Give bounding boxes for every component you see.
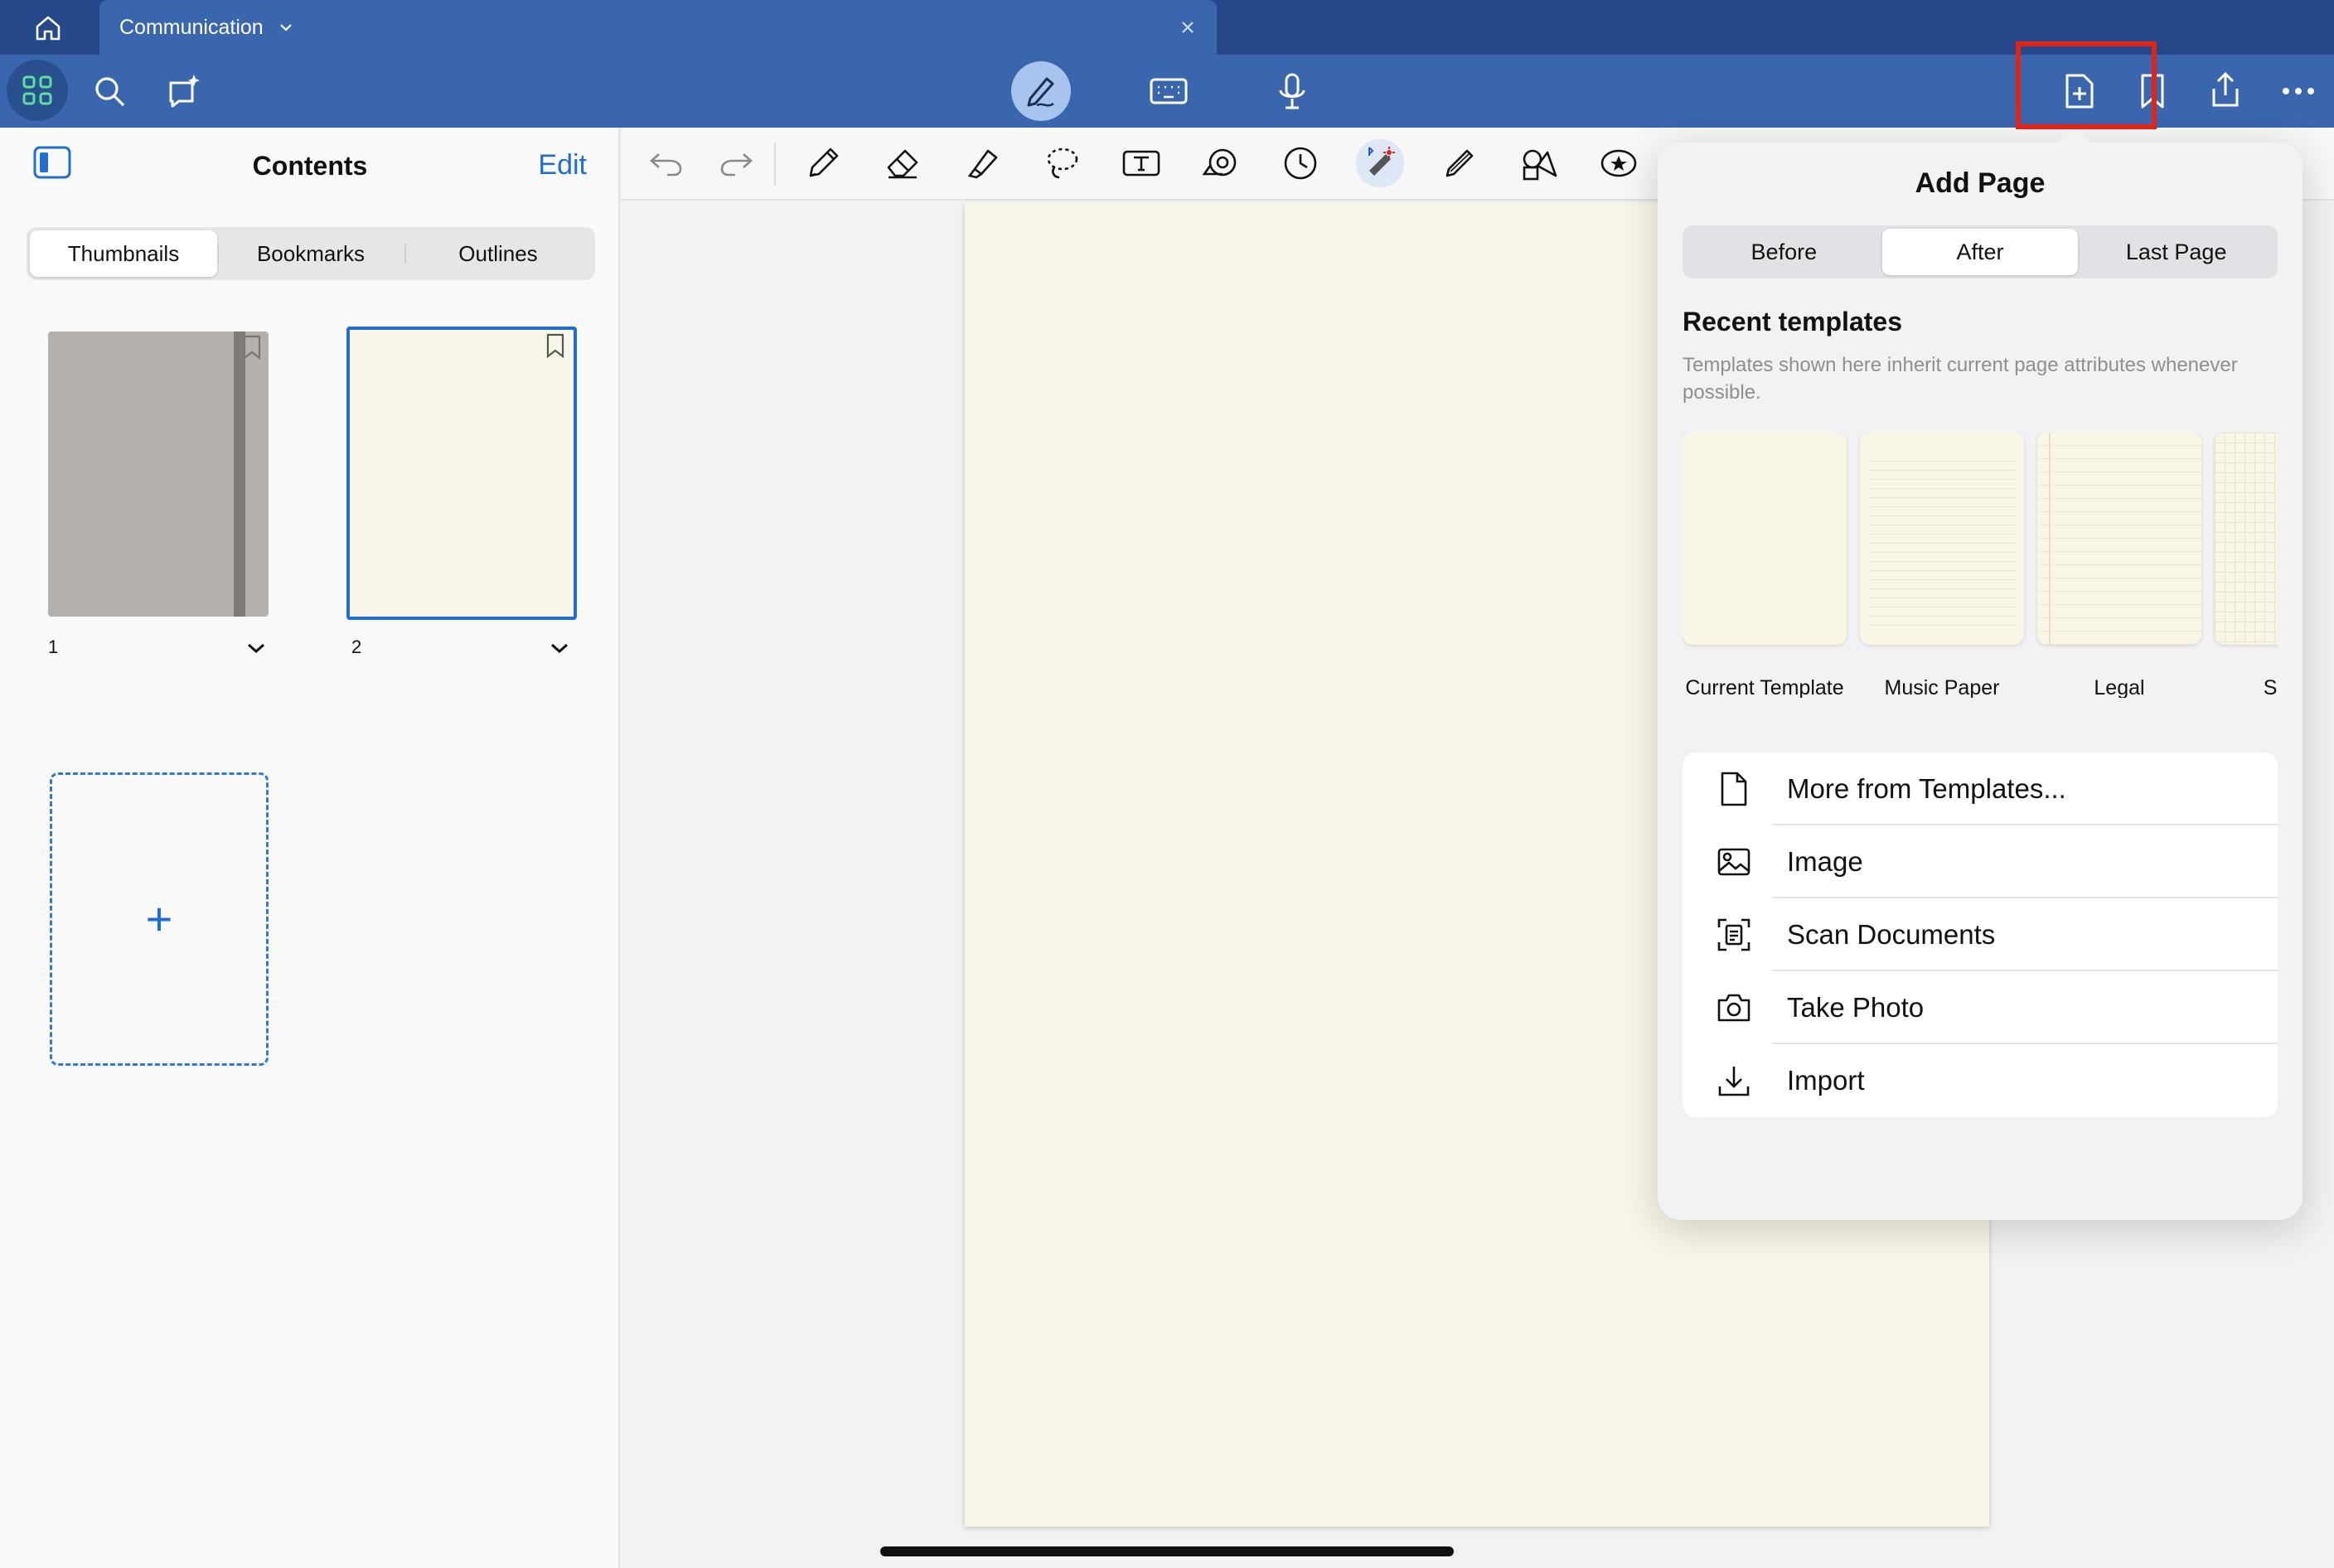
shapes-tool-icon[interactable] <box>1518 143 1560 184</box>
text-box-tool-icon[interactable] <box>1121 143 1162 184</box>
eraser-tool-icon[interactable] <box>882 143 923 184</box>
chevron-down-icon[interactable] <box>278 22 293 32</box>
add-page-placeholder[interactable]: + <box>50 772 269 1066</box>
popover-title: Add Page <box>1915 167 2046 199</box>
template-preview <box>1683 433 1847 645</box>
notebook-band <box>234 332 245 617</box>
action-label: Import <box>1787 1065 1865 1096</box>
sticker-icon[interactable] <box>1598 143 1639 184</box>
page-number: 2 <box>351 636 362 657</box>
action-label: More from Templates... <box>1787 773 2066 804</box>
scan-documents-button[interactable]: Scan Documents <box>1683 898 2278 971</box>
add-page-popover: Add Page Before After Last Page Recent t… <box>1658 125 2303 1220</box>
scan-icon <box>1716 917 1752 953</box>
recent-templates-description: Templates shown here inherit current pag… <box>1683 354 2238 404</box>
page-thumbnail-1[interactable] <box>48 332 269 617</box>
chevron-down-icon[interactable] <box>245 641 267 655</box>
ai-assistant-icon[interactable] <box>162 70 206 113</box>
sidebar-title: Contents <box>252 151 368 181</box>
position-before[interactable]: Before <box>1686 229 1882 275</box>
search-icon[interactable] <box>90 71 129 111</box>
template-preview <box>2037 433 2201 645</box>
home-icon[interactable] <box>30 12 66 45</box>
edit-button[interactable]: Edit <box>538 149 587 181</box>
template-square[interactable]: Square <box>2215 433 2278 698</box>
tab-outlines[interactable]: Outlines <box>404 230 592 277</box>
tab-title: Communication <box>119 15 264 39</box>
undo-icon[interactable] <box>645 143 686 184</box>
share-icon[interactable] <box>2203 68 2248 113</box>
document-icon <box>1716 771 1752 807</box>
camera-icon <box>1716 990 1752 1026</box>
action-label: Image <box>1787 846 1863 877</box>
template-label: Legal <box>2094 676 2145 698</box>
tape-tool-icon[interactable] <box>1200 143 1242 184</box>
template-label: Current Template <box>1685 676 1844 698</box>
template-music-paper[interactable]: Music Paper <box>1860 433 2024 698</box>
action-label: Scan Documents <box>1787 919 1996 950</box>
take-photo-button[interactable]: Take Photo <box>1683 971 2278 1044</box>
bookmark-icon[interactable] <box>545 333 565 358</box>
insert-position-control: Before After Last Page <box>1683 225 2278 278</box>
contents-sidebar: Contents Edit Thumbnails Bookmarks Outli… <box>0 128 620 1568</box>
image-icon <box>1716 844 1752 880</box>
highlighter-tool-icon[interactable] <box>961 143 1003 184</box>
tab-communication[interactable]: Communication <box>99 0 1217 55</box>
pencil-tool-icon[interactable] <box>1439 143 1480 184</box>
toolbar-divider <box>774 143 776 186</box>
more-options-icon[interactable] <box>2278 76 2319 106</box>
redo-icon[interactable] <box>716 143 758 184</box>
close-icon[interactable] <box>1175 15 1200 40</box>
image-button[interactable]: Image <box>1683 825 2278 898</box>
lasso-tool-icon[interactable] <box>1041 143 1082 184</box>
handwriting-mode-icon[interactable] <box>1011 61 1071 121</box>
position-after[interactable]: After <box>1881 229 2079 275</box>
recent-templates-list: Current Template Music Paper Legal Squar… <box>1683 433 2278 698</box>
home-indicator <box>880 1546 1454 1556</box>
main-toolbar <box>0 55 2334 128</box>
template-preview <box>1860 433 2024 645</box>
bookmark-icon[interactable] <box>242 335 262 360</box>
keyboard-icon[interactable] <box>1145 70 1192 113</box>
more-from-templates-button[interactable]: More from Templates... <box>1683 753 2278 825</box>
template-current[interactable]: Current Template <box>1683 433 1847 698</box>
tab-bookmarks[interactable]: Bookmarks <box>217 230 404 277</box>
template-preview <box>2215 433 2278 645</box>
microphone-icon[interactable] <box>1271 68 1313 114</box>
template-legal[interactable]: Legal <box>2037 433 2201 698</box>
chevron-down-icon[interactable] <box>549 641 570 655</box>
page-thumbnail-2[interactable] <box>346 327 577 620</box>
tab-bar: Communication <box>0 0 2334 55</box>
action-label: Take Photo <box>1787 992 1925 1023</box>
page-number: 1 <box>48 636 59 657</box>
tab-thumbnails[interactable]: Thumbnails <box>30 230 217 277</box>
import-icon <box>1716 1062 1752 1099</box>
add-page-actions: More from Templates... Image Scan Docume… <box>1683 753 2278 1117</box>
grid-icon[interactable] <box>7 60 68 121</box>
bluetooth-pen-icon[interactable] <box>1356 139 1404 187</box>
contents-segmented-control: Thumbnails Bookmarks Outlines <box>27 227 595 280</box>
clock-icon[interactable] <box>1280 143 1321 184</box>
import-button[interactable]: Import <box>1683 1044 2278 1117</box>
recent-templates-title: Recent templates <box>1683 307 1902 336</box>
highlight-box <box>2016 41 2157 129</box>
template-label: Music Paper <box>1884 676 2000 698</box>
pen-tool-icon[interactable] <box>802 143 844 184</box>
position-last-page[interactable]: Last Page <box>2078 229 2274 275</box>
template-label: Square <box>2263 676 2278 698</box>
plus-icon: + <box>145 893 173 945</box>
